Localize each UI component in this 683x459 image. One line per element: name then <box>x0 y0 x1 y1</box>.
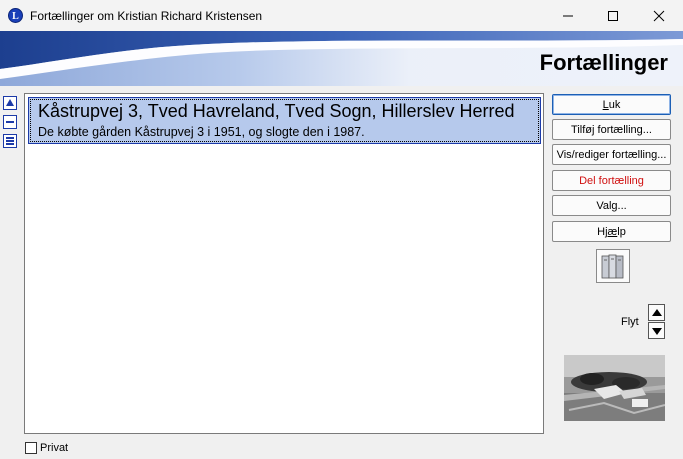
triangle-up-icon <box>6 99 14 106</box>
close-window-button[interactable] <box>636 0 682 31</box>
minus-icon <box>6 121 14 123</box>
collapse-button[interactable] <box>3 115 17 129</box>
add-story-label: Tilføj fortælling... <box>571 123 652 136</box>
maximize-icon <box>608 10 618 21</box>
move-label: Flyt <box>621 316 639 328</box>
arrow-up-icon <box>651 308 662 316</box>
story-description: De købte gården Kåstrupvej 3 i 1951, og … <box>38 125 365 139</box>
delete-story-button[interactable]: Del fortælling <box>552 170 671 191</box>
books-button[interactable] <box>596 249 630 283</box>
window-title: Fortællinger om Kristian Richard Kristen… <box>30 9 263 23</box>
move-down-button[interactable] <box>648 322 665 339</box>
list-icon <box>6 137 14 145</box>
arrow-down-icon <box>651 327 662 335</box>
farm-photo <box>564 355 665 421</box>
app-logo-icon: L <box>8 8 23 23</box>
maximize-button[interactable] <box>590 0 636 31</box>
story-list[interactable]: Kåstrupvej 3, Tved Havreland, Tved Sogn,… <box>24 93 544 434</box>
story-title: Kåstrupvej 3, Tved Havreland, Tved Sogn,… <box>38 101 515 121</box>
move-up-button[interactable] <box>648 304 665 321</box>
options-label: Valg... <box>596 199 627 212</box>
edit-story-button[interactable]: Vis/rediger fortælling... <box>552 144 671 165</box>
move-up-side-button[interactable] <box>3 96 17 110</box>
add-story-button[interactable]: Tilføj fortælling... <box>552 119 671 140</box>
title-bar: L Fortællinger om Kristian Richard Krist… <box>0 0 683 31</box>
aerial-farm-image <box>564 355 665 421</box>
private-label: Privat <box>40 442 69 454</box>
close-icon <box>653 10 665 21</box>
close-button[interactable]: Luk <box>552 94 671 115</box>
close-button-label: Luk <box>602 98 621 111</box>
edit-story-label: Vis/rediger fortælling... <box>556 148 667 161</box>
expand-all-button[interactable] <box>3 134 17 148</box>
delete-story-label: Del fortælling <box>579 174 644 187</box>
page-title: Fortællinger <box>539 50 668 75</box>
options-button[interactable]: Valg... <box>552 195 671 216</box>
header-banner: Fortællinger <box>0 31 683 86</box>
books-icon <box>601 254 624 279</box>
list-item[interactable]: Kåstrupvej 3, Tved Havreland, Tved Sogn,… <box>28 97 541 144</box>
help-button[interactable]: Hjælp <box>552 221 671 242</box>
minimize-icon <box>563 15 573 16</box>
help-label: Hjælp <box>597 225 626 238</box>
minimize-button[interactable] <box>545 0 591 31</box>
private-checkbox[interactable] <box>25 442 37 454</box>
